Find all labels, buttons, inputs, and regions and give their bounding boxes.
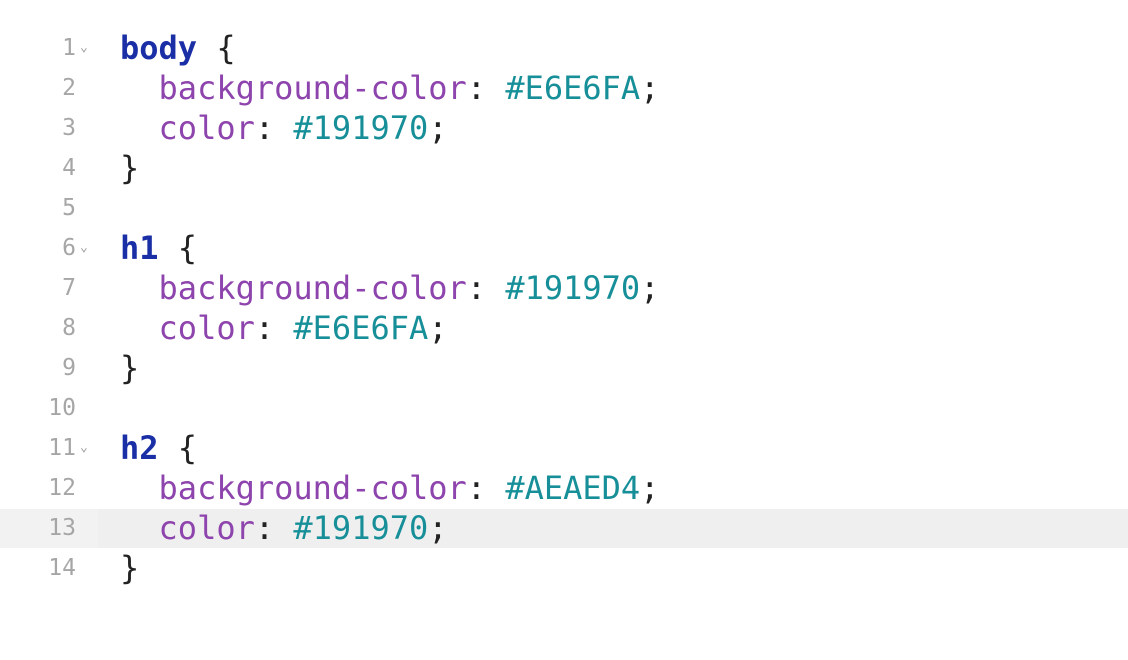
line-number: 13 <box>48 515 76 541</box>
css-property: color <box>158 509 255 547</box>
css-selector: h1 <box>120 229 159 267</box>
css-value: #AEAED4 <box>505 469 641 507</box>
code-line-13-active[interactable]: 13 color: #191970; <box>0 508 1128 548</box>
code-line-14[interactable]: 14 } <box>0 548 1128 588</box>
close-brace: } <box>120 549 140 587</box>
line-number: 10 <box>48 395 76 421</box>
code-line-11[interactable]: 11 ⌄ h2 { <box>0 428 1128 468</box>
css-value: #191970 <box>505 269 641 307</box>
line-number: 3 <box>62 115 76 141</box>
css-property: background-color <box>158 69 467 107</box>
semicolon: ; <box>428 109 448 147</box>
css-value: #E6E6FA <box>505 69 641 107</box>
css-value: #191970 <box>293 509 429 547</box>
semicolon: ; <box>428 309 448 347</box>
code-line-1[interactable]: 1 ⌄ body { <box>0 28 1128 68</box>
line-number: 5 <box>62 195 76 221</box>
line-number: 4 <box>62 155 76 181</box>
colon: : <box>254 109 294 147</box>
chevron-down-icon[interactable]: ⌄ <box>80 228 94 268</box>
line-number: 2 <box>62 75 76 101</box>
open-brace: { <box>158 229 198 267</box>
code-line-2[interactable]: 2 background-color: #E6E6FA; <box>0 68 1128 108</box>
line-number: 9 <box>62 355 76 381</box>
code-text[interactable]: background-color: #AEAED4; <box>120 468 660 508</box>
line-number: 7 <box>62 275 76 301</box>
css-value: #E6E6FA <box>293 309 429 347</box>
css-selector: h2 <box>120 429 159 467</box>
line-number: 11 <box>48 435 76 461</box>
line-number: 1 <box>62 35 76 61</box>
line-number: 8 <box>62 315 76 341</box>
semicolon: ; <box>640 469 660 507</box>
css-selector: body <box>120 29 198 67</box>
code-text[interactable]: color: #191970; <box>120 108 448 148</box>
code-text[interactable]: color: #191970; <box>120 508 448 548</box>
css-property: color <box>158 309 255 347</box>
code-line-6[interactable]: 6 ⌄ h1 { <box>0 228 1128 268</box>
css-value: #191970 <box>293 109 429 147</box>
code-line-7[interactable]: 7 background-color: #191970; <box>0 268 1128 308</box>
code-text[interactable]: color: #E6E6FA; <box>120 308 448 348</box>
css-property: background-color <box>158 469 467 507</box>
colon: : <box>466 469 506 507</box>
colon: : <box>466 269 506 307</box>
semicolon: ; <box>428 509 448 547</box>
semicolon: ; <box>640 269 660 307</box>
code-line-4[interactable]: 4 } <box>0 148 1128 188</box>
code-text[interactable]: } <box>120 548 139 588</box>
semicolon: ; <box>640 69 660 107</box>
chevron-down-icon[interactable]: ⌄ <box>80 428 94 468</box>
code-line-10[interactable]: 10 <box>0 388 1128 428</box>
code-line-8[interactable]: 8 color: #E6E6FA; <box>0 308 1128 348</box>
code-line-5[interactable]: 5 <box>0 188 1128 228</box>
close-brace: } <box>120 349 140 387</box>
line-number: 6 <box>62 235 76 261</box>
css-property: color <box>158 109 255 147</box>
code-line-9[interactable]: 9 } <box>0 348 1128 388</box>
code-text[interactable]: } <box>120 148 139 188</box>
css-property: background-color <box>158 269 467 307</box>
colon: : <box>254 309 294 347</box>
open-brace: { <box>158 429 198 467</box>
code-text[interactable]: body { <box>120 28 236 68</box>
code-line-3[interactable]: 3 color: #191970; <box>0 108 1128 148</box>
code-text[interactable]: h2 { <box>120 428 197 468</box>
code-line-12[interactable]: 12 background-color: #AEAED4; <box>0 468 1128 508</box>
code-text[interactable]: background-color: #191970; <box>120 268 660 308</box>
code-text[interactable]: h1 { <box>120 228 197 268</box>
line-number: 12 <box>48 475 76 501</box>
code-text[interactable]: } <box>120 348 139 388</box>
close-brace: } <box>120 149 140 187</box>
colon: : <box>466 69 506 107</box>
open-brace: { <box>197 29 236 67</box>
code-editor[interactable]: 1 ⌄ body { 2 background-color: #E6E6FA; … <box>0 28 1128 588</box>
line-number: 14 <box>48 555 76 581</box>
code-text[interactable]: background-color: #E6E6FA; <box>120 68 660 108</box>
colon: : <box>254 509 294 547</box>
chevron-down-icon[interactable]: ⌄ <box>80 28 94 68</box>
